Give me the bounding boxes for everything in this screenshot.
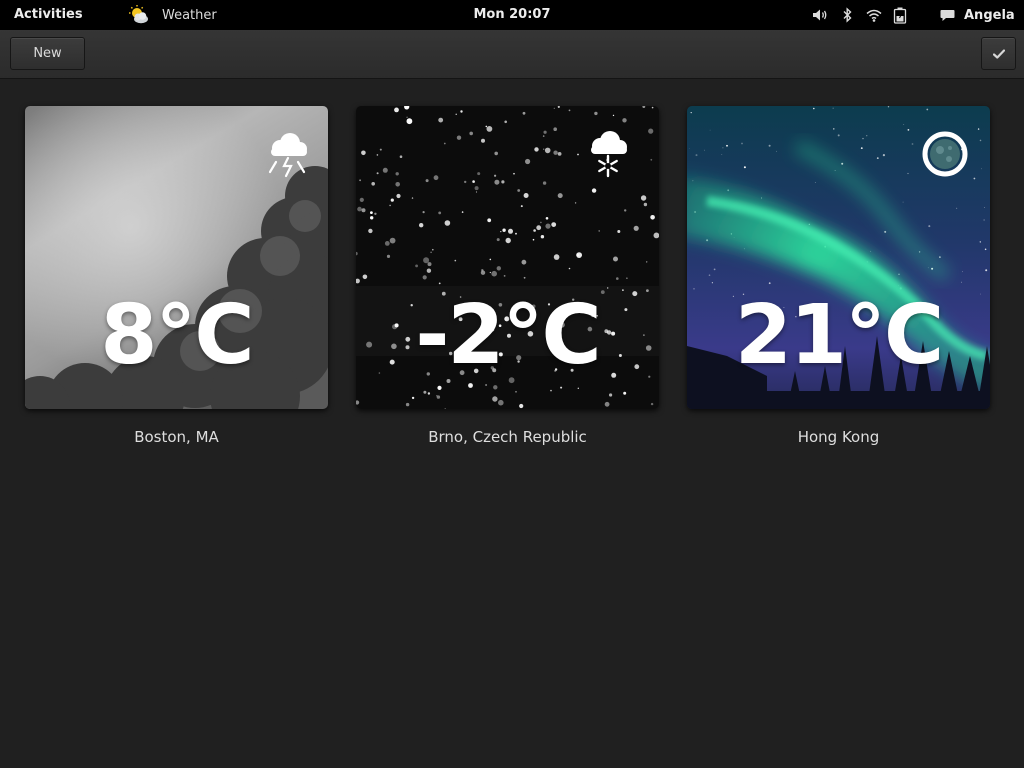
- network-indicator[interactable]: [866, 0, 882, 30]
- volume-icon: [813, 9, 827, 21]
- clock-label[interactable]: Mon 20:07: [473, 7, 550, 22]
- user-name: Angela: [964, 7, 1015, 23]
- top-bar: Activities Weather Mon 20:07 Angela: [0, 0, 1024, 30]
- location-name: Boston, MA: [134, 428, 219, 446]
- snow-icon: [591, 131, 627, 178]
- user-menu[interactable]: Angela: [940, 6, 1015, 24]
- clear-night-icon: [922, 131, 968, 177]
- bluetooth-indicator[interactable]: [842, 0, 853, 30]
- wifi-icon: [866, 9, 882, 22]
- location-card[interactable]: 8°C: [25, 106, 328, 409]
- weather-app-icon: [129, 5, 148, 24]
- new-button[interactable]: New: [10, 37, 85, 70]
- locations-grid: 8°C Boston, MA -2°C Brno, Czech Republic: [0, 79, 1024, 768]
- battery-indicator[interactable]: [893, 0, 907, 30]
- select-button[interactable]: [981, 37, 1016, 70]
- chat-icon: [940, 9, 955, 21]
- location-name: Hong Kong: [797, 428, 880, 446]
- bluetooth-icon: [843, 7, 852, 23]
- temperature-label: 8°C: [100, 288, 254, 383]
- header-toolbar: New: [0, 30, 1024, 79]
- temperature-label: 21°C: [734, 288, 944, 383]
- battery-icon: [893, 7, 907, 24]
- location-card[interactable]: -2°C: [356, 106, 659, 409]
- location-name: Brno, Czech Republic: [428, 428, 587, 446]
- activities-button[interactable]: Activities: [14, 7, 83, 22]
- temperature-label: -2°C: [415, 288, 601, 383]
- checkmark-icon: [992, 48, 1005, 59]
- app-menu[interactable]: Weather: [128, 4, 217, 26]
- volume-indicator[interactable]: [812, 0, 829, 30]
- app-menu-label: Weather: [162, 7, 217, 23]
- thunderstorm-icon: [268, 133, 307, 178]
- location-card[interactable]: 21°C: [687, 106, 990, 409]
